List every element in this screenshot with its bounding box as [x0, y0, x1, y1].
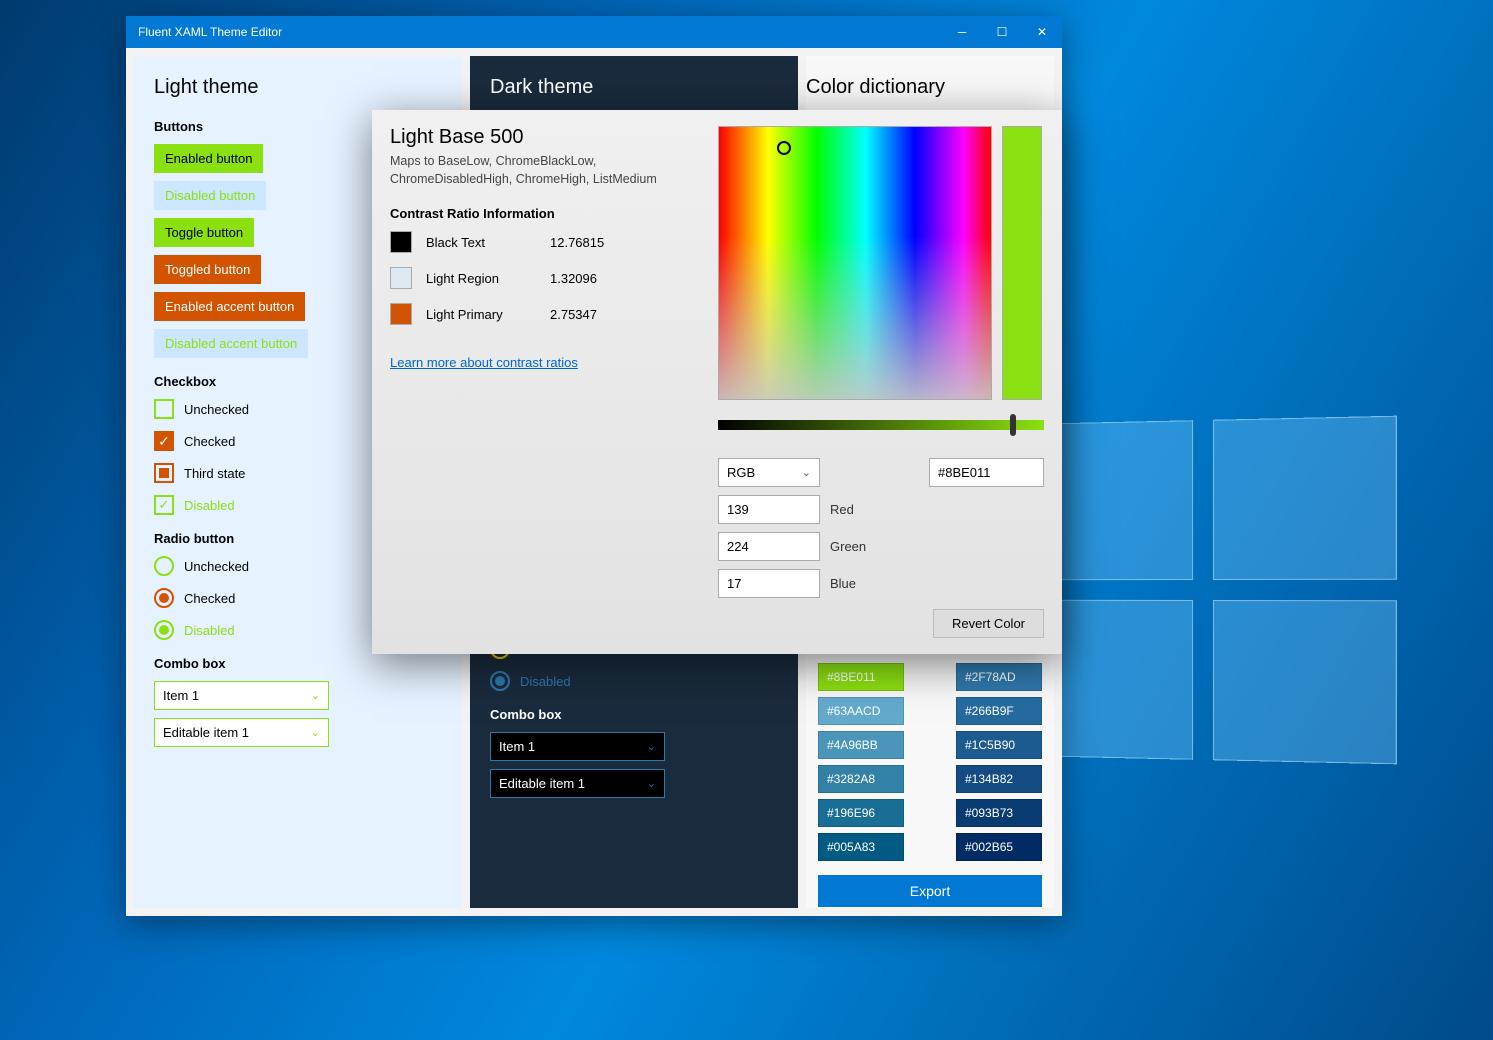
color-swatch[interactable]: #2F78AD [956, 663, 1042, 691]
chevron-down-icon: ⌄ [802, 466, 811, 479]
toggle-button[interactable]: Toggle button [154, 218, 254, 247]
color-swatch[interactable]: #002B65 [956, 833, 1042, 861]
checkmark-icon: ✓ [154, 495, 174, 515]
color-swatch[interactable]: #4A96BB [818, 731, 904, 759]
color-swatch[interactable]: #3282A8 [818, 765, 904, 793]
radio-icon [154, 556, 174, 576]
disabled-button: Disabled button [154, 181, 266, 210]
color-swatch[interactable]: #266B9F [956, 697, 1042, 725]
chevron-down-icon: ⌄ [647, 777, 656, 790]
disabled-accent-button: Disabled accent button [154, 329, 308, 358]
minimize-button[interactable]: ─ [942, 16, 982, 48]
contrast-value: 1.32096 [550, 271, 597, 286]
contrast-value: 12.76815 [550, 235, 604, 250]
color-swatch[interactable]: #8BE011 [818, 663, 904, 691]
dark-editable-combo-box[interactable]: Editable item 1 ⌄ [490, 769, 665, 798]
blue-label: Blue [830, 576, 856, 591]
popup-title: Light Base 500 [390, 126, 700, 149]
color-swatch[interactable]: #196E96 [818, 799, 904, 827]
color-swatch[interactable]: #093B73 [956, 799, 1042, 827]
color-picker-popup: Light Base 500 Maps to BaseLow, ChromeBl… [372, 110, 1062, 654]
dark-combo-section-label: Combo box [490, 707, 778, 722]
chevron-down-icon: ⌄ [647, 740, 656, 753]
radio-icon [154, 588, 174, 608]
checkmark-icon: ✓ [154, 431, 174, 451]
swatch-grid: #8BE011 #2F78AD #63AACD #266B9F #4A96BB #1C5B… [818, 663, 1042, 861]
color-swatch[interactable]: #134B82 [956, 765, 1042, 793]
enabled-button[interactable]: Enabled button [154, 144, 263, 173]
contrast-row: Light Primary 2.75347 [390, 303, 700, 325]
toggled-button[interactable]: Toggled button [154, 255, 261, 284]
color-swatch[interactable]: #005A83 [818, 833, 904, 861]
popup-description: Maps to BaseLow, ChromeBlackLow, ChromeD… [390, 153, 700, 188]
checkbox-icon [154, 399, 174, 419]
chevron-down-icon: ⌄ [311, 726, 320, 739]
contrast-name: Light Primary [426, 307, 536, 322]
contrast-value: 2.75347 [550, 307, 597, 322]
revert-color-button[interactable]: Revert Color [933, 609, 1044, 638]
contrast-name: Black Text [426, 235, 536, 250]
contrast-swatch [390, 267, 412, 289]
contrast-swatch [390, 303, 412, 325]
color-dictionary-title: Color dictionary [806, 76, 1054, 99]
color-swatch[interactable]: #63AACD [818, 697, 904, 725]
red-label: Red [830, 502, 854, 517]
radio-icon [490, 671, 510, 691]
dark-radio-disabled: Disabled [490, 671, 778, 691]
contrast-row: Light Region 1.32096 [390, 267, 700, 289]
titlebar[interactable]: Fluent XAML Theme Editor ─ ☐ ✕ [126, 16, 1062, 48]
dark-theme-title: Dark theme [490, 76, 778, 99]
maximize-button[interactable]: ☐ [982, 16, 1022, 48]
contrast-name: Light Region [426, 271, 536, 286]
hex-input[interactable] [929, 458, 1044, 487]
picker-cursor[interactable] [777, 141, 791, 155]
red-input[interactable] [718, 495, 820, 524]
light-theme-title: Light theme [154, 76, 442, 99]
contrast-swatch [390, 231, 412, 253]
dark-combo-box[interactable]: Item 1 ⌄ [490, 732, 665, 761]
indeterminate-icon [154, 463, 174, 483]
slider-thumb[interactable] [1010, 414, 1016, 436]
combo-section-label: Combo box [154, 656, 442, 671]
brightness-slider[interactable] [718, 420, 1044, 430]
contrast-row: Black Text 12.76815 [390, 231, 700, 253]
contrast-link[interactable]: Learn more about contrast ratios [390, 355, 578, 370]
chevron-down-icon: ⌄ [311, 689, 320, 702]
saturation-value-picker[interactable] [718, 126, 992, 400]
window-title: Fluent XAML Theme Editor [138, 25, 282, 39]
windows-logo [1019, 416, 1397, 765]
enabled-accent-button[interactable]: Enabled accent button [154, 292, 305, 321]
color-preview [1002, 126, 1042, 400]
combo-box[interactable]: Item 1 ⌄ [154, 681, 329, 710]
contrast-heading: Contrast Ratio Information [390, 206, 700, 221]
green-label: Green [830, 539, 866, 554]
close-button[interactable]: ✕ [1022, 16, 1062, 48]
green-input[interactable] [718, 532, 820, 561]
export-button[interactable]: Export [818, 875, 1042, 907]
radio-icon [154, 620, 174, 640]
blue-input[interactable] [718, 569, 820, 598]
color-swatch[interactable]: #1C5B90 [956, 731, 1042, 759]
editable-combo-box[interactable]: Editable item 1 ⌄ [154, 718, 329, 747]
color-mode-select[interactable]: RGB ⌄ [718, 458, 820, 487]
